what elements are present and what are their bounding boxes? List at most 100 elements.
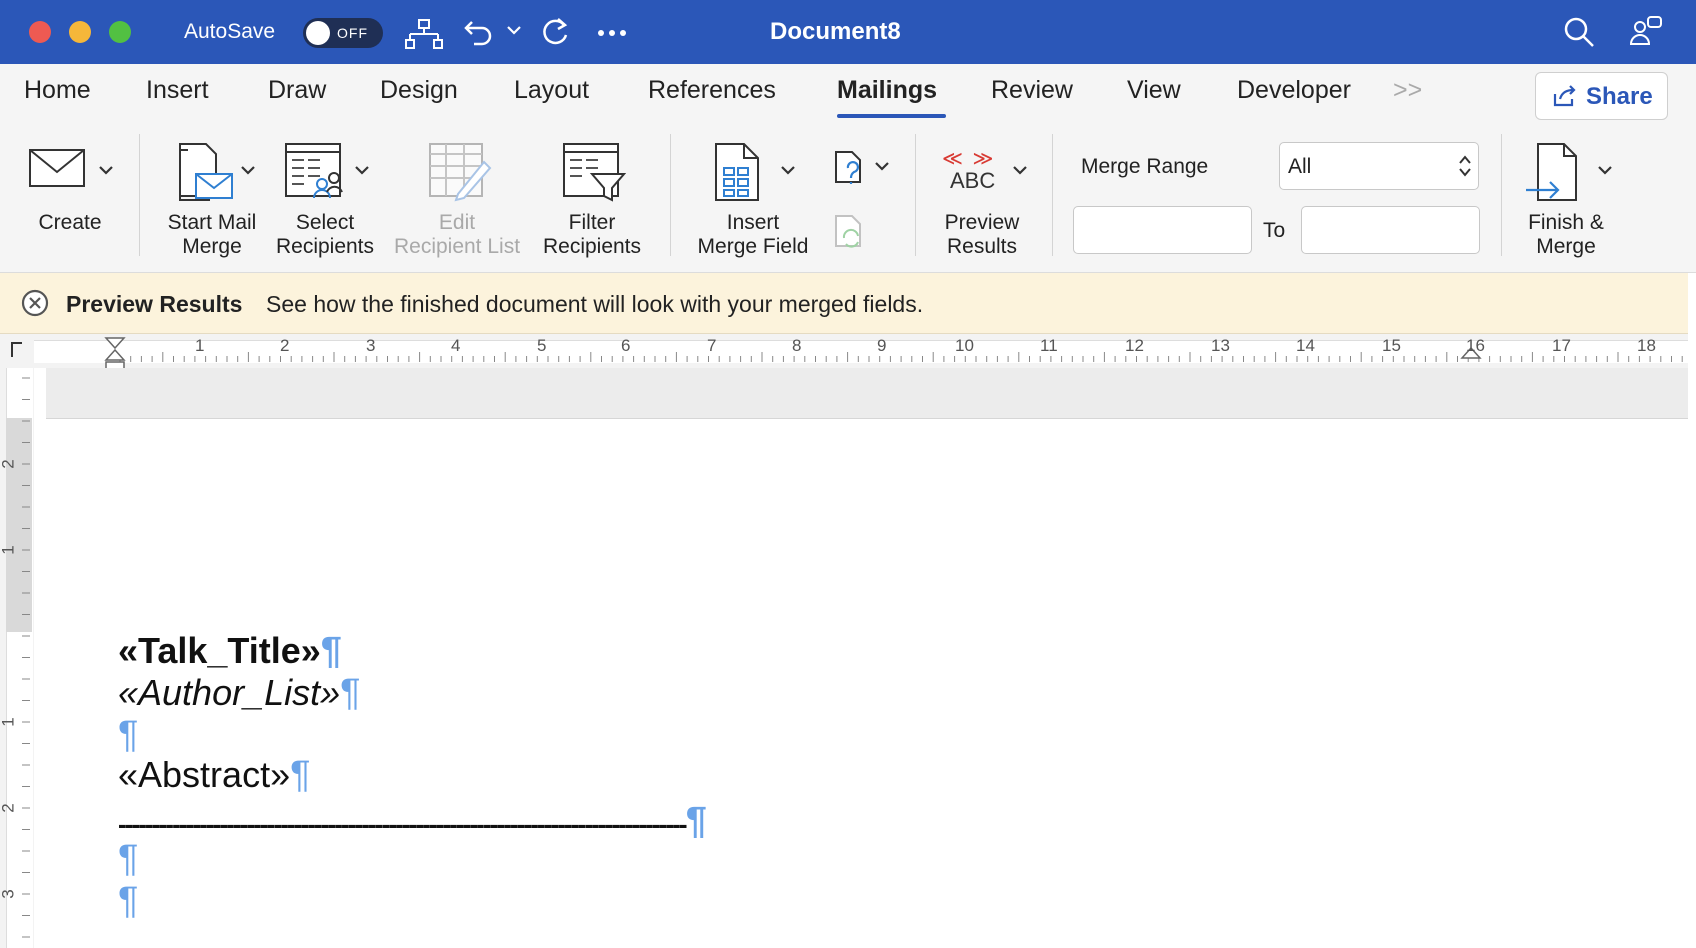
start-mail-merge-chevron-icon[interactable]: [240, 164, 256, 176]
close-window-button[interactable]: [29, 21, 51, 43]
tab-insert[interactable]: Insert: [146, 76, 209, 105]
empty-paragraph[interactable]: ¶: [118, 714, 138, 757]
create-label: Create: [38, 211, 102, 234]
abstract-field[interactable]: «Abstract»: [118, 754, 290, 795]
more-icon[interactable]: [596, 28, 628, 38]
undo-dropdown-chevron-icon[interactable]: [506, 24, 522, 36]
active-tab-indicator: [837, 114, 946, 118]
merge-range-label: Merge Range: [1081, 155, 1209, 178]
ruler-number: 1: [0, 545, 18, 555]
pilcrow: ¶: [118, 880, 139, 922]
update-labels-icon[interactable]: [832, 212, 868, 252]
pilcrow: ¶: [118, 714, 139, 756]
tabs-overflow-button[interactable]: >>: [1393, 76, 1422, 105]
tab-references[interactable]: References: [648, 76, 776, 105]
ruler-number: 7: [707, 336, 717, 355]
tab-draw[interactable]: Draw: [268, 76, 326, 105]
finish-merge-chevron-icon[interactable]: [1597, 164, 1613, 176]
pilcrow: ¶: [118, 838, 139, 880]
merge-field-line[interactable]: «Author_List»¶: [118, 672, 361, 715]
empty-paragraph[interactable]: ¶: [118, 838, 138, 881]
envelope-icon[interactable]: [28, 148, 88, 190]
divider-line[interactable]: ----------------------------------------…: [118, 800, 707, 843]
filter-recipients-icon[interactable]: [562, 140, 626, 204]
ruler-number: 10: [955, 336, 974, 355]
edit-recipient-list-button[interactable]: Edit Recipient List: [386, 211, 528, 259]
select-recipients-label-2: Recipients: [275, 235, 375, 258]
share-icon: [1553, 85, 1576, 107]
merge-range-from-field[interactable]: [1073, 206, 1252, 254]
tab-home[interactable]: Home: [24, 76, 91, 105]
preview-chevron-icon[interactable]: [1012, 164, 1028, 176]
close-message-icon[interactable]: [21, 289, 49, 317]
horizontal-ruler[interactable]: 1 2 3 4 5 6 7 8 9 10 11 12 13 14 15 16 1…: [0, 334, 1688, 373]
ruler-number: 4: [451, 336, 461, 355]
preview-results-button[interactable]: Preview Results: [922, 211, 1042, 259]
insert-merge-field-icon[interactable]: [712, 140, 764, 204]
create-dropdown-chevron-icon[interactable]: [98, 164, 114, 176]
ruler-number: 3: [0, 889, 18, 899]
ruler-number: 1: [0, 717, 18, 727]
select-recipients-icon[interactable]: [284, 140, 348, 204]
autosave-state: OFF: [337, 25, 368, 41]
page-gap: [46, 368, 1688, 419]
filter-recipients-label-2: Recipients: [542, 235, 642, 258]
tab-mailings[interactable]: Mailings: [837, 76, 937, 105]
tab-review[interactable]: Review: [991, 76, 1073, 105]
ribbon-separator: [1501, 134, 1502, 256]
sitemap-icon[interactable]: [404, 16, 444, 52]
share-button[interactable]: Share: [1535, 72, 1668, 120]
insert-merge-field-label-2: Merge Field: [697, 235, 809, 258]
collab-icon[interactable]: [1628, 14, 1664, 50]
talk-title-field[interactable]: «Talk_Title»: [118, 630, 321, 671]
ruler-number: 11: [1040, 336, 1058, 355]
preview-results-label-2: Results: [946, 235, 1018, 258]
finish-merge-button[interactable]: Finish & Merge: [1514, 211, 1618, 259]
start-mail-merge-button[interactable]: Start Mail Merge: [150, 211, 274, 259]
merge-field-line[interactable]: «Abstract»¶: [118, 754, 311, 797]
merge-range-select[interactable]: All: [1279, 142, 1479, 190]
ruler-number: 1: [195, 336, 205, 355]
ribbon-separator: [139, 134, 140, 256]
start-mail-merge-icon[interactable]: [176, 140, 240, 204]
select-recipients-button[interactable]: Select Recipients: [270, 211, 380, 259]
tab-design[interactable]: Design: [380, 76, 458, 105]
ruler-number: 14: [1296, 336, 1315, 355]
tab-view[interactable]: View: [1127, 76, 1181, 105]
search-icon[interactable]: [1562, 15, 1596, 49]
start-mail-merge-label-1: Start Mail: [167, 211, 257, 234]
autosave-toggle[interactable]: OFF: [303, 18, 383, 48]
preview-abc-icon[interactable]: ABC: [950, 168, 995, 194]
ruler-number: 17: [1552, 336, 1571, 355]
select-recipients-label-1: Select: [295, 211, 355, 234]
ruler-number: 18: [1637, 336, 1656, 355]
message-title: Preview Results: [66, 291, 243, 317]
undo-icon[interactable]: [462, 14, 496, 48]
create-button[interactable]: Create: [20, 211, 120, 235]
merge-range-to-field[interactable]: [1301, 206, 1480, 254]
vertical-ruler[interactable]: 2 1 1 2 3: [0, 368, 34, 948]
zoom-window-button[interactable]: [109, 21, 131, 43]
finish-merge-icon[interactable]: [1524, 140, 1588, 204]
filter-recipients-button[interactable]: Filter Recipients: [532, 211, 652, 259]
minimize-window-button[interactable]: [69, 21, 91, 43]
pilcrow: ¶: [290, 754, 311, 796]
ruler-number: 5: [537, 336, 547, 355]
rules-chevron-icon[interactable]: [874, 160, 890, 172]
redo-icon[interactable]: [538, 15, 572, 49]
ruler-number: 3: [366, 336, 376, 355]
insert-merge-field-chevron-icon[interactable]: [780, 164, 796, 176]
ruler-number: 2: [0, 803, 18, 813]
empty-paragraph[interactable]: ¶: [118, 880, 138, 923]
tab-layout[interactable]: Layout: [514, 76, 589, 105]
merge-field-line[interactable]: «Talk_Title»¶: [118, 630, 342, 673]
edit-recipient-list-icon[interactable]: [428, 140, 492, 204]
select-recipients-chevron-icon[interactable]: [354, 164, 370, 176]
ruler-ticks: [119, 352, 1683, 362]
insert-merge-field-button[interactable]: Insert Merge Field: [684, 211, 822, 259]
merge-range-to-label: To: [1263, 219, 1286, 242]
author-list-field[interactable]: «Author_List»: [118, 672, 340, 713]
ribbon-separator: [1052, 134, 1053, 256]
tab-developer[interactable]: Developer: [1237, 76, 1351, 105]
rules-icon[interactable]: [832, 148, 868, 188]
